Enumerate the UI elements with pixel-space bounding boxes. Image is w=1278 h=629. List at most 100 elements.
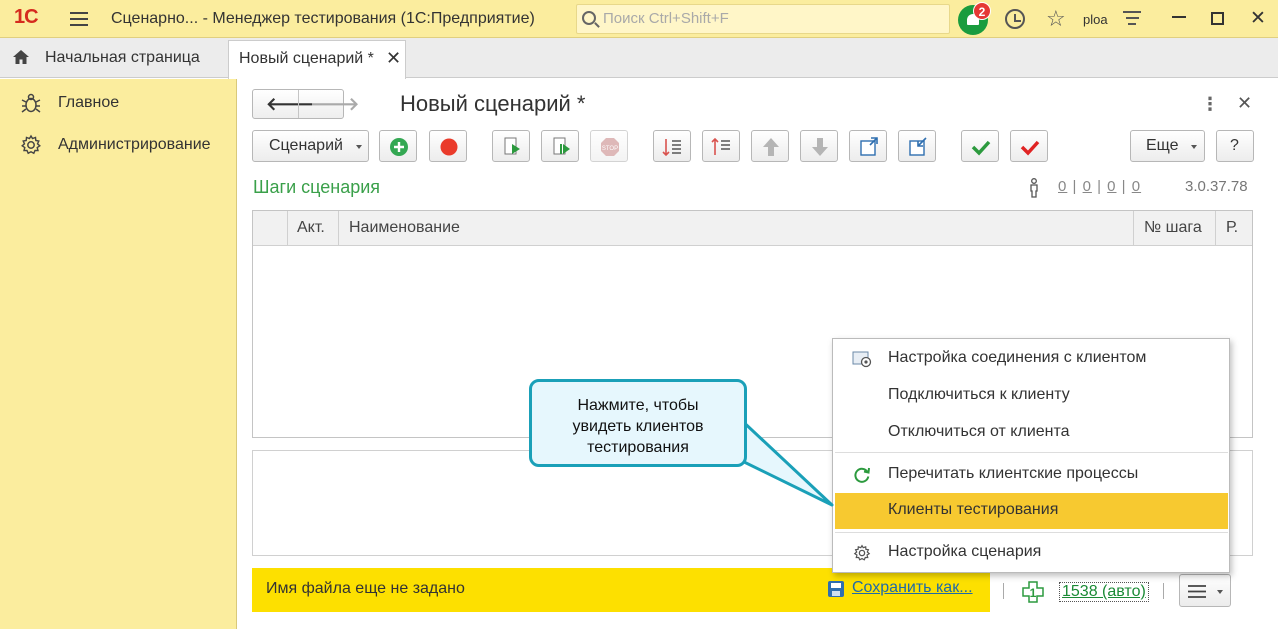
menu-item-reread-processes[interactable]: Перечитать клиентские процессы: [833, 456, 1229, 494]
client-number-link[interactable]: 1538 (авто): [1059, 582, 1149, 602]
gear-icon: [21, 134, 41, 155]
export-button[interactable]: [849, 130, 887, 162]
menu-item-disconnect[interactable]: Отключиться от клиента: [833, 414, 1229, 452]
tab-active-label: Новый сценарий *: [239, 50, 374, 67]
sort-up-button[interactable]: [702, 130, 740, 162]
check-green-icon: [971, 140, 991, 156]
menu-item-label: Отключиться от клиента: [888, 423, 1070, 440]
status-bar: Имя файла еще не задано Сохранить как...: [252, 568, 990, 612]
search-icon: [582, 11, 596, 25]
menu-item-label: Настройка сценария: [888, 543, 1042, 560]
minimize-icon[interactable]: [1172, 16, 1186, 18]
callout-text: Нажмите, чтобы увидеть клиентов тестиров…: [532, 395, 744, 458]
search-placeholder: Поиск Ctrl+Shift+F: [603, 10, 729, 27]
run-button[interactable]: [492, 130, 530, 162]
star-icon[interactable]: ☆: [1046, 6, 1066, 32]
more-label: Еще: [1146, 137, 1179, 154]
run-document-icon: [504, 137, 520, 155]
forward-arrow-icon[interactable]: 🡒: [311, 94, 359, 115]
column-selector[interactable]: [253, 211, 288, 246]
more-button[interactable]: Еще: [1130, 130, 1205, 162]
client-icon-digit: 1: [1030, 586, 1037, 600]
counter-4[interactable]: 0: [1132, 178, 1141, 195]
window-title: Сценарно... - Менеджер тестирования (1С:…: [111, 10, 535, 27]
menu-item-connect[interactable]: Подключиться к клиенту: [833, 377, 1229, 415]
menu-item-label: Перечитать клиентские процессы: [888, 465, 1139, 482]
counters: 0 | 0 | 0 | 0: [1058, 178, 1142, 195]
back-arrow-icon[interactable]: 🡐: [266, 94, 314, 115]
status-message: Имя файла еще не задано: [266, 580, 465, 597]
filter-icon[interactable]: [1123, 11, 1141, 29]
menu-icon[interactable]: [70, 12, 88, 26]
record-icon: [440, 138, 458, 156]
history-icon[interactable]: [1005, 9, 1025, 29]
uncheck-all-button[interactable]: [1010, 130, 1048, 162]
run-from-icon: [553, 137, 570, 155]
client-icon: 1: [1022, 581, 1044, 603]
save-as-link[interactable]: Сохранить как...: [852, 579, 973, 597]
tab-home[interactable]: Начальная страница: [0, 38, 228, 78]
scenario-menu-button[interactable]: Сценарий: [252, 130, 369, 162]
indent-up-icon: [711, 137, 730, 155]
import-button[interactable]: [898, 130, 936, 162]
callout-pointer: [736, 415, 834, 507]
record-button[interactable]: [429, 130, 467, 162]
callout-line-2: увидеть клиентов: [572, 418, 704, 435]
menu-item-scenario-settings[interactable]: Настройка сценария: [833, 534, 1229, 572]
indent-down-icon: [662, 139, 681, 157]
menu-item-label: Подключиться к клиенту: [888, 386, 1070, 403]
callout-line-3: тестирования: [587, 439, 689, 456]
menu-item-label: Клиенты тестирования: [888, 501, 1059, 518]
form-title: Новый сценарий *: [400, 91, 586, 116]
maximize-icon[interactable]: [1211, 12, 1224, 25]
export-icon: [860, 137, 878, 156]
menu-item-connection-settings[interactable]: Настройка соединения с клиентом: [833, 340, 1229, 378]
nav-buttons: 🡐 🡒: [252, 89, 359, 119]
sidebar-item-administration[interactable]: Администрирование: [20, 134, 220, 160]
client-menu-button[interactable]: [1179, 574, 1231, 607]
callout-hint: Нажмите, чтобы увидеть клиентов тестиров…: [529, 379, 747, 467]
form-close-icon[interactable]: ✕: [1237, 93, 1252, 114]
counter-2[interactable]: 0: [1083, 178, 1092, 195]
move-down-button[interactable]: [800, 130, 838, 162]
sidebar-item-main[interactable]: Главное: [20, 92, 220, 118]
tab-close-icon[interactable]: ✕: [386, 48, 401, 69]
menu-item-label: Настройка соединения с клиентом: [888, 349, 1147, 366]
add-step-button[interactable]: [379, 130, 417, 162]
connection-settings-icon: [852, 351, 872, 368]
section-title: Шаги сценария: [253, 177, 381, 197]
counter-1[interactable]: 0: [1058, 178, 1067, 195]
hamburger-icon: [1188, 585, 1223, 598]
notification-badge: 2: [973, 2, 991, 20]
check-all-button[interactable]: [961, 130, 999, 162]
search-input[interactable]: Поиск Ctrl+Shift+F: [576, 4, 950, 34]
callout-line-1: Нажмите, чтобы: [577, 397, 699, 414]
run-from-button[interactable]: [541, 130, 579, 162]
menu-item-test-clients[interactable]: Клиенты тестирования: [835, 493, 1228, 529]
stop-button[interactable]: STOP: [590, 130, 628, 162]
arrow-down-icon: [812, 138, 828, 156]
save-disk-icon: [828, 581, 844, 597]
user-name[interactable]: ploa: [1083, 12, 1108, 27]
tab-new-scenario[interactable]: Новый сценарий * ✕: [228, 40, 406, 79]
sidebar: Главное Администрирование: [0, 79, 237, 629]
column-active[interactable]: Акт.: [288, 211, 339, 246]
column-r[interactable]: Р.: [1216, 211, 1252, 246]
person-icon: [1030, 178, 1038, 198]
arrow-up-icon: [763, 138, 779, 156]
column-step-number[interactable]: № шага: [1134, 211, 1216, 246]
counter-3[interactable]: 0: [1107, 178, 1116, 195]
column-name[interactable]: Наименование: [339, 211, 1134, 246]
help-button[interactable]: ?: [1216, 130, 1254, 162]
close-icon[interactable]: ✕: [1250, 7, 1266, 30]
gear-icon: [853, 544, 871, 561]
add-icon: [390, 138, 408, 156]
sidebar-item-label: Администрирование: [58, 136, 211, 153]
more-vert-icon[interactable]: ⋮: [1201, 94, 1219, 115]
sort-down-button[interactable]: [653, 130, 691, 162]
client-context-menu: Настройка соединения с клиентом Подключи…: [832, 338, 1230, 573]
app-logo: 1С: [14, 6, 39, 28]
version-label: 3.0.37.78: [1185, 178, 1248, 195]
help-label: ?: [1230, 137, 1239, 154]
move-up-button[interactable]: [751, 130, 789, 162]
